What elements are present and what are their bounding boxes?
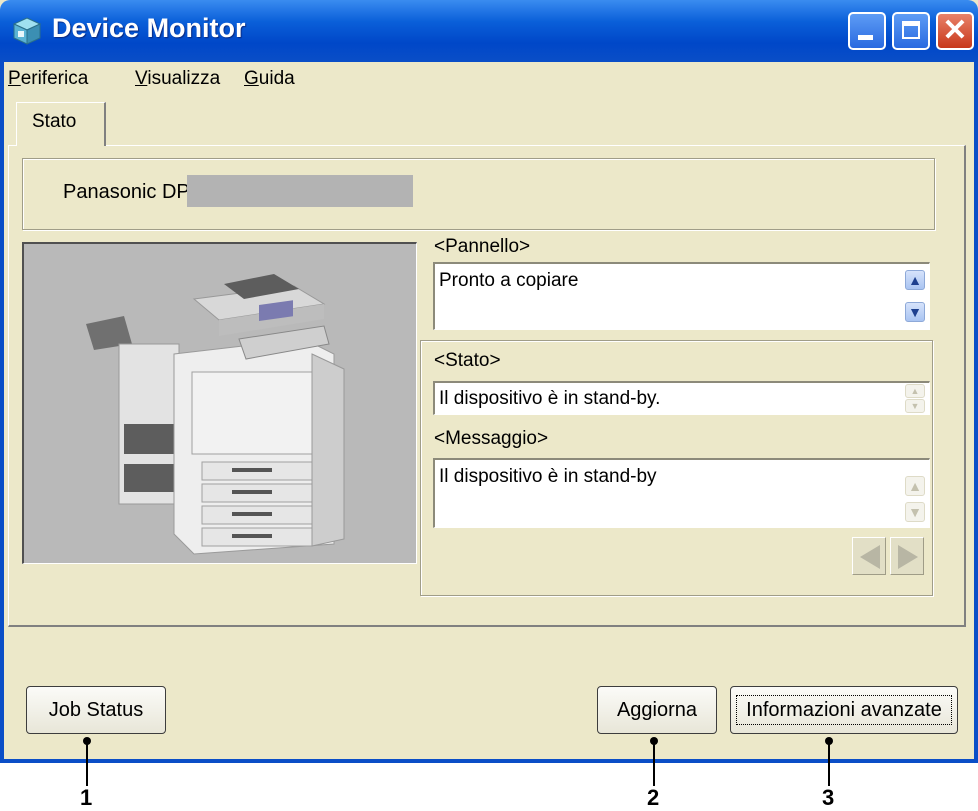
informazioni-avanzate-button[interactable]: Informazioni avanzate	[730, 686, 958, 734]
pannello-display[interactable]: Pronto a copiare ▲ ▼	[433, 262, 930, 330]
messaggio-label: <Messaggio>	[434, 428, 549, 449]
menu-bar: Periferica Visualizza Guida	[4, 62, 974, 98]
stato-scroll-up-icon[interactable]: ▲	[905, 384, 925, 398]
maximize-button[interactable]	[892, 12, 930, 50]
title-bar[interactable]: Device Monitor ✕	[0, 0, 978, 62]
minimize-button[interactable]	[848, 12, 886, 50]
arrow-left-icon	[860, 545, 880, 569]
maximize-icon	[902, 21, 920, 39]
previous-message-button[interactable]	[852, 537, 886, 575]
device-monitor-icon	[12, 17, 42, 45]
window-border-left	[0, 62, 4, 763]
device-monitor-window: Device Monitor ✕ Periferica Visualizza G…	[0, 0, 978, 763]
copier-illustration	[86, 274, 345, 555]
menu-visualizza[interactable]: Visualizza	[135, 68, 220, 90]
device-image	[22, 242, 417, 564]
aggiorna-label: Aggiorna	[616, 699, 698, 721]
messaggio-value: Il dispositivo è in stand-by	[439, 466, 657, 487]
messaggio-scroll-up-icon[interactable]: ▲	[905, 476, 925, 496]
tab-stato-label: Stato	[32, 111, 77, 132]
window-border-bottom	[0, 759, 978, 763]
callout-1-line	[86, 741, 88, 786]
stato-value: Il dispositivo è in stand-by.	[439, 388, 661, 409]
messaggio-display[interactable]: Il dispositivo è in stand-by ▲ ▼	[433, 458, 930, 528]
pannello-scroll-up-icon[interactable]: ▲	[905, 270, 925, 290]
callout-2-line	[653, 741, 655, 786]
menu-guida[interactable]: Guida	[244, 68, 295, 90]
job-status-button[interactable]: Job Status	[26, 686, 166, 734]
focus-ring	[736, 695, 952, 725]
model-redaction	[187, 175, 413, 207]
next-message-button[interactable]	[890, 537, 924, 575]
minimize-icon	[858, 35, 873, 40]
callout-3-line	[828, 741, 830, 786]
job-status-label: Job Status	[48, 699, 144, 721]
pannello-scroll-down-icon[interactable]: ▼	[905, 302, 925, 322]
aggiorna-button[interactable]: Aggiorna	[597, 686, 717, 734]
stato-label: <Stato>	[434, 350, 501, 371]
stato-scroll-down-icon[interactable]: ▼	[905, 399, 925, 413]
callout-1-number: 1	[80, 785, 93, 810]
callout-2-number: 2	[647, 785, 660, 810]
device-model-group: Panasonic DP	[22, 158, 935, 230]
arrow-right-icon	[898, 545, 918, 569]
menu-periferica[interactable]: Periferica	[8, 68, 88, 90]
messaggio-scroll-down-icon[interactable]: ▼	[905, 502, 925, 522]
window-border-right	[974, 62, 978, 763]
close-icon: ✕	[942, 14, 968, 47]
pannello-label: <Pannello>	[434, 236, 531, 257]
close-button[interactable]: ✕	[936, 12, 974, 50]
pannello-value: Pronto a copiare	[439, 270, 579, 291]
window-title: Device Monitor	[52, 13, 246, 43]
tab-stato[interactable]: Stato	[16, 102, 106, 146]
device-model-name: Panasonic DP	[63, 181, 190, 203]
callout-3-number: 3	[822, 785, 835, 810]
stato-display[interactable]: Il dispositivo è in stand-by. ▲ ▼	[433, 381, 930, 415]
